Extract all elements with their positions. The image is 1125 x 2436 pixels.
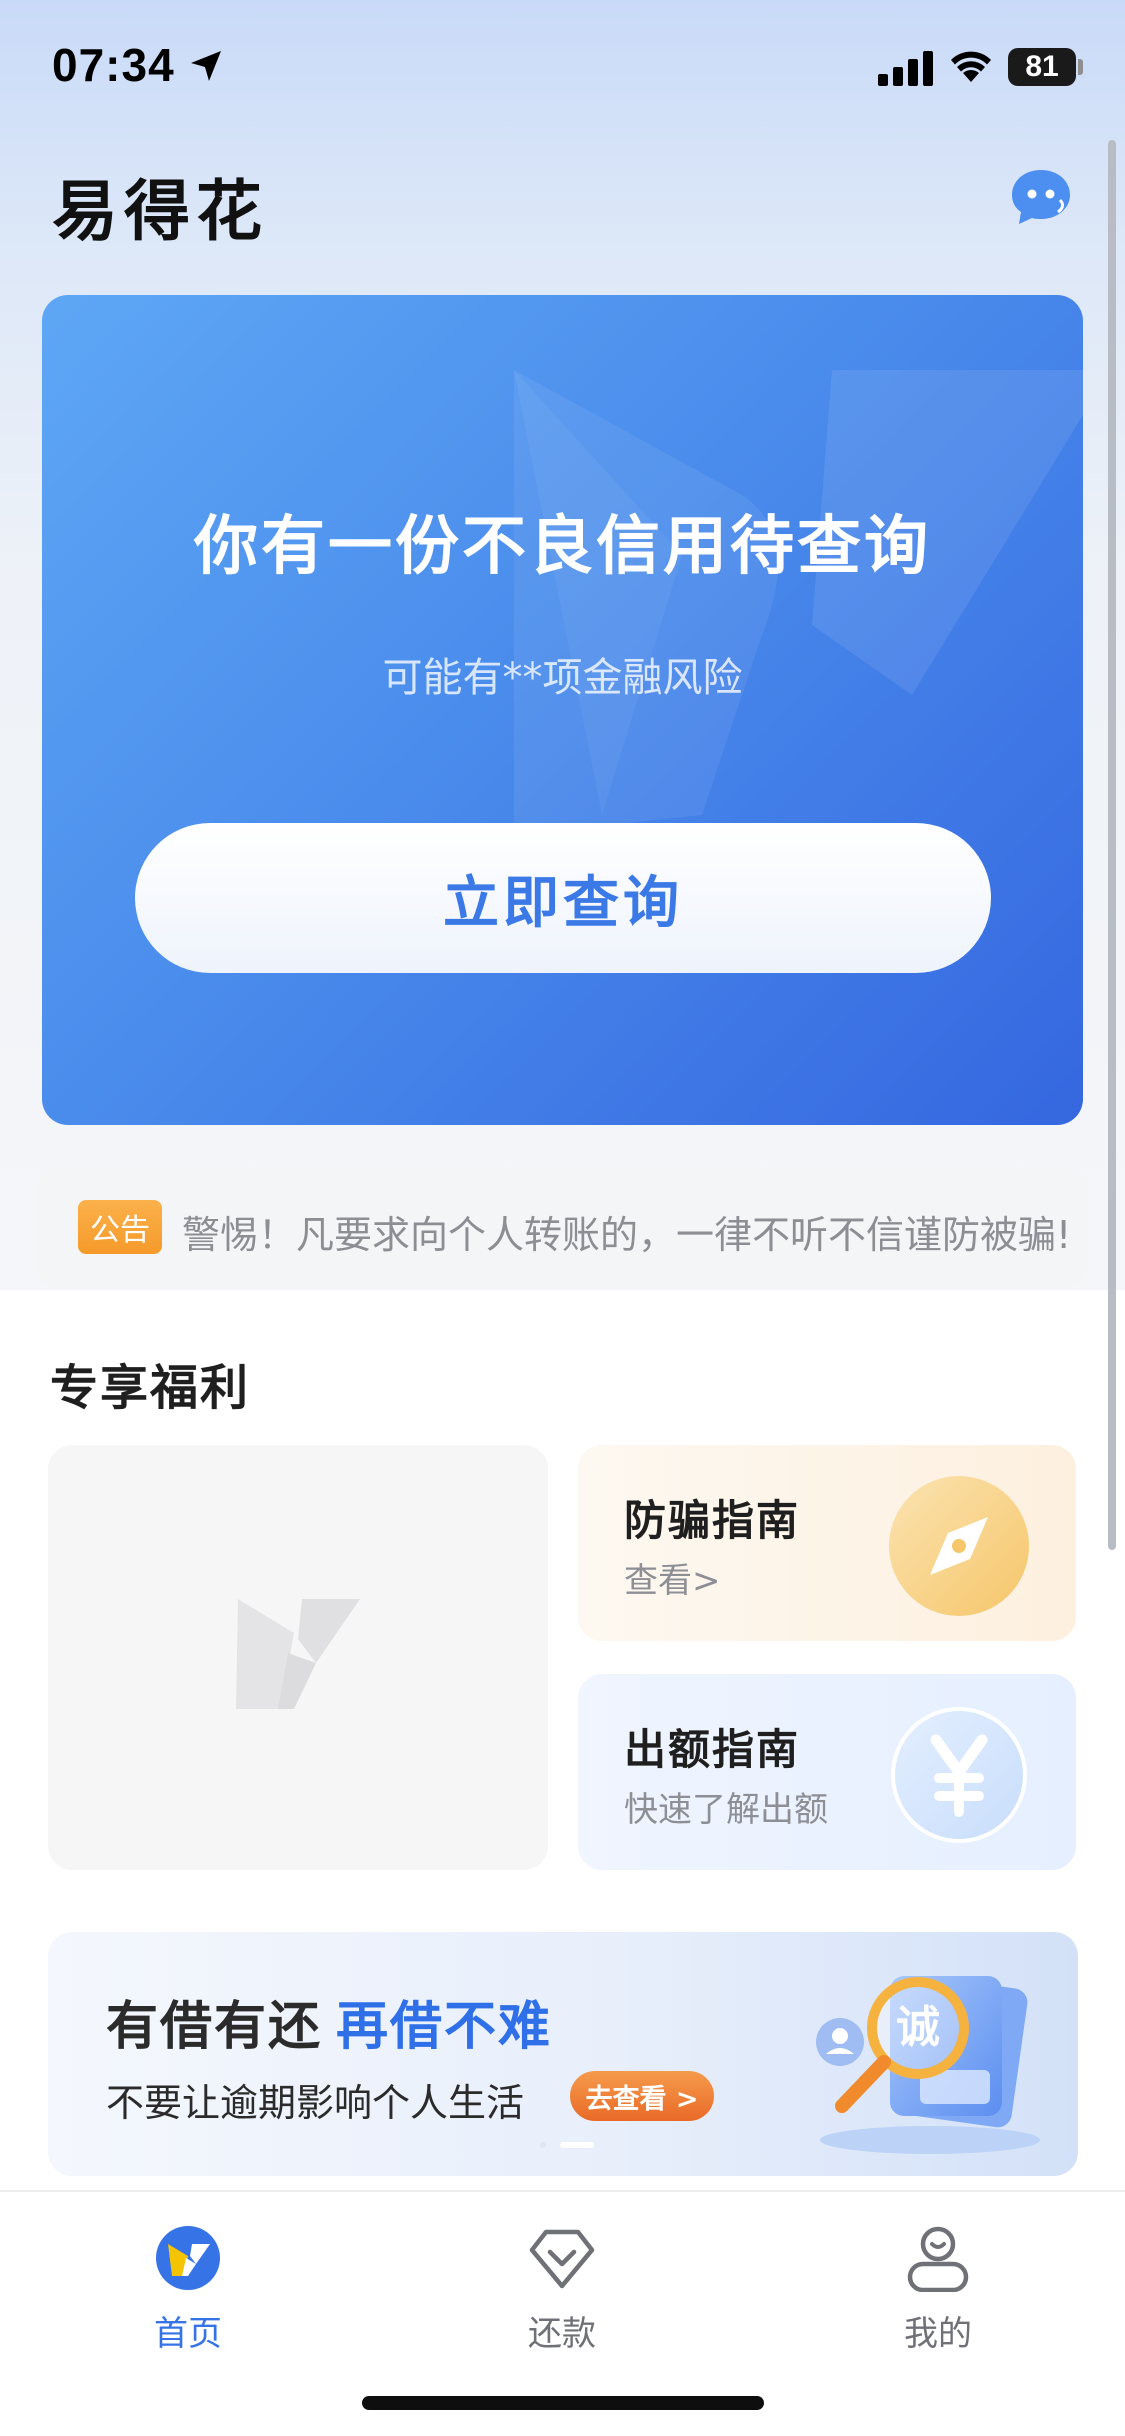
anti-fraud-guide-link[interactable]: 查看>	[624, 1553, 721, 1602]
promo-subline: 不要让逾期影响个人生活	[106, 2081, 525, 2125]
status-bar: 07:34 81	[0, 0, 1125, 140]
promo-headline-part1: 有借有还	[106, 1997, 323, 2057]
status-time: 07:34	[52, 39, 175, 91]
compass-icon	[889, 1476, 1029, 1616]
app-logo-placeholder-icon	[236, 1599, 360, 1709]
scrollbar[interactable]	[1108, 140, 1116, 1550]
customer-service-chat-icon[interactable]	[1008, 166, 1074, 228]
home-logo-icon	[156, 2226, 220, 2290]
credit-magnifier-illustration: 诚	[816, 1976, 1040, 2154]
battery-tip	[1078, 59, 1083, 75]
banner-title: 你有一份不良信用待查询	[194, 510, 931, 584]
announcement-bar[interactable]: 公告 警惕！凡要求向个人转账的，一律不听不信谨防被骗!	[36, 1168, 1089, 1288]
credit-query-banner: 你有一份不良信用待查询 可能有**项金融风险 立即查询	[42, 295, 1083, 1125]
credit-amount-guide-subtitle: 快速了解出额	[624, 1790, 828, 1830]
svg-text:诚: 诚	[896, 2002, 940, 2053]
wifi-icon	[951, 51, 991, 82]
tab-home-label: 首页	[154, 2314, 222, 2354]
battery-level: 81	[1025, 50, 1059, 83]
credit-amount-guide-title: 出额指南	[624, 1725, 801, 1774]
tab-home[interactable]: 首页	[88, 2210, 288, 2354]
promo-view-button[interactable]: 去查看 >	[570, 2071, 714, 2121]
anti-fraud-guide-card[interactable]: 防骗指南 查看>	[578, 1445, 1076, 1641]
location-arrow-icon	[191, 51, 221, 81]
tab-mine[interactable]: 我的	[838, 2210, 1038, 2354]
benefit-placeholder-card[interactable]	[48, 1445, 548, 1870]
cellular-signal-icon	[878, 51, 933, 86]
anti-fraud-guide-title: 防骗指南	[624, 1496, 801, 1545]
battery-indicator: 81	[1008, 48, 1076, 86]
announcement-text: 警惕！凡要求向个人转账的，一律不听不信谨防被骗!	[182, 1213, 1072, 1257]
yuan-icon	[891, 1707, 1027, 1843]
carousel-indicator	[540, 2142, 594, 2148]
promo-headline: 有借有还 再借不难	[106, 1984, 552, 2059]
promo-headline-part2: 再借不难	[336, 1997, 553, 2057]
tab-mine-label: 我的	[904, 2314, 972, 2354]
section-title-benefits: 专享福利	[50, 1360, 251, 1416]
banner-watermark-logo	[514, 370, 1083, 835]
profile-icon	[907, 2226, 969, 2292]
tab-repay[interactable]: 还款	[462, 2210, 662, 2354]
repay-diamond-icon	[529, 2229, 595, 2289]
app-title: 易得花	[52, 173, 268, 250]
announcement-tag: 公告	[78, 1200, 162, 1254]
query-now-button[interactable]: 立即查询	[135, 823, 991, 973]
credit-amount-guide-card[interactable]: 出额指南 快速了解出额	[578, 1674, 1076, 1870]
tab-repay-label: 还款	[528, 2314, 596, 2354]
banner-subtitle: 可能有**项金融风险	[382, 655, 743, 701]
home-indicator	[362, 2396, 764, 2410]
